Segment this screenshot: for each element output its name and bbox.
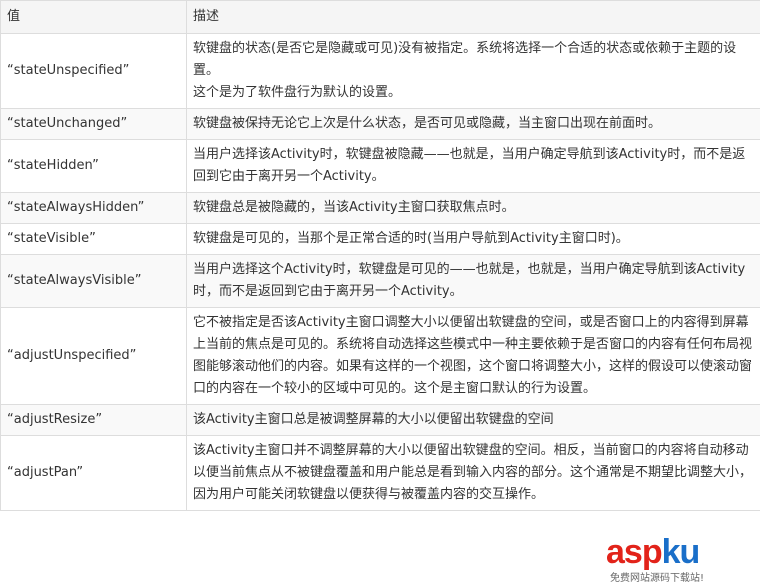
watermark-logo-text: asp — [606, 533, 663, 571]
table-row: “adjustResize” 该Activity主窗口总是被调整屏幕的大小以便留出… — [0, 404, 760, 436]
row-description: 软键盘是可见的，当那个是正常合适的时(当用户导航到Activity主窗口时)。 — [186, 223, 760, 255]
table-row: “stateAlwaysHidden” 软键盘总是被隐藏的，当该Activity主… — [0, 192, 760, 224]
description-paragraph: 这个是为了软件盘行为默认的设置。 — [193, 85, 402, 100]
row-description: 它不被指定是否该Activity主窗口调整大小以便留出软键盘的空间，或是否窗口上… — [186, 307, 760, 405]
table-row: “stateVisible” 软键盘是可见的，当那个是正常合适的时(当用户导航到A… — [0, 223, 760, 255]
description-paragraph: 它不被指定是否该Activity主窗口调整大小以便留出软键盘的空间，或是否窗口上… — [193, 315, 753, 396]
table-header-row: 值 描述 — [0, 0, 760, 34]
row-value: “adjustPan” — [0, 435, 187, 511]
attribute-table: 值 描述 “stateUnspecified” 软键盘的状态(是否它是隐藏或可见)… — [0, 0, 760, 511]
row-description: 当用户选择这个Activity时，软键盘是可见的——也就是，也就是，当用户确定导… — [186, 254, 760, 308]
description-paragraph: 当用户选择该Activity时，软键盘被隐藏——也就是，当用户确定导航到该Act… — [193, 147, 746, 184]
description-paragraph: 当用户选择这个Activity时，软键盘是可见的——也就是，也就是，当用户确定导… — [193, 262, 746, 299]
row-value: “stateHidden” — [0, 139, 187, 193]
row-description: 该Activity主窗口总是被调整屏幕的大小以便留出软键盘的空间 — [186, 404, 760, 436]
row-value: “adjustUnspecified” — [0, 307, 187, 405]
watermark-logo: aspku — [606, 532, 701, 572]
watermark-logo-accent: ku — [661, 533, 701, 571]
row-description: 该Activity主窗口并不调整屏幕的大小以便留出软键盘的空间。相反，当前窗口的… — [186, 435, 760, 511]
row-value: “stateAlwaysVisible” — [0, 254, 187, 308]
row-value: “adjustResize” — [0, 404, 187, 436]
table-row: “stateUnspecified” 软键盘的状态(是否它是隐藏或可见)没有被指定… — [0, 33, 760, 109]
row-description: 软键盘被保持无论它上次是什么状态，是否可见或隐藏，当主窗口出现在前面时。 — [186, 108, 760, 140]
description-paragraph: 软键盘总是被隐藏的，当该Activity主窗口获取焦点时。 — [193, 200, 515, 215]
table-row: “adjustUnspecified” 它不被指定是否该Activity主窗口调整… — [0, 307, 760, 405]
header-description: 描述 — [186, 0, 760, 34]
row-value: “stateAlwaysHidden” — [0, 192, 187, 224]
table-row: “stateAlwaysVisible” 当用户选择这个Activity时，软键盘… — [0, 254, 760, 308]
row-description: 软键盘的状态(是否它是隐藏或可见)没有被指定。系统将选择一个合适的状态或依赖于主… — [186, 33, 760, 109]
description-paragraph: 该Activity主窗口并不调整屏幕的大小以便留出软键盘的空间。相反，当前窗口的… — [193, 443, 753, 502]
aspku-watermark: aspku 免费网站源码下载站! — [604, 532, 754, 584]
watermark-subtitle: 免费网站源码下载站! — [610, 573, 705, 584]
header-value: 值 — [0, 0, 187, 34]
row-value: “stateUnspecified” — [0, 33, 187, 109]
row-value: “stateVisible” — [0, 223, 187, 255]
description-paragraph: 软键盘被保持无论它上次是什么状态，是否可见或隐藏，当主窗口出现在前面时。 — [193, 116, 662, 131]
row-description: 当用户选择该Activity时，软键盘被隐藏——也就是，当用户确定导航到该Act… — [186, 139, 760, 193]
description-paragraph: 软键盘是可见的，当那个是正常合适的时(当用户导航到Activity主窗口时)。 — [193, 231, 629, 246]
description-paragraph: 软键盘的状态(是否它是隐藏或可见)没有被指定。系统将选择一个合适的状态或依赖于主… — [193, 41, 737, 78]
description-paragraph: 该Activity主窗口总是被调整屏幕的大小以便留出软键盘的空间 — [193, 412, 554, 427]
row-value: “stateUnchanged” — [0, 108, 187, 140]
table-row: “stateUnchanged” 软键盘被保持无论它上次是什么状态，是否可见或隐藏… — [0, 108, 760, 140]
row-description: 软键盘总是被隐藏的，当该Activity主窗口获取焦点时。 — [186, 192, 760, 224]
table-row: “adjustPan” 该Activity主窗口并不调整屏幕的大小以便留出软键盘的… — [0, 435, 760, 511]
table-row: “stateHidden” 当用户选择该Activity时，软键盘被隐藏——也就是… — [0, 139, 760, 193]
